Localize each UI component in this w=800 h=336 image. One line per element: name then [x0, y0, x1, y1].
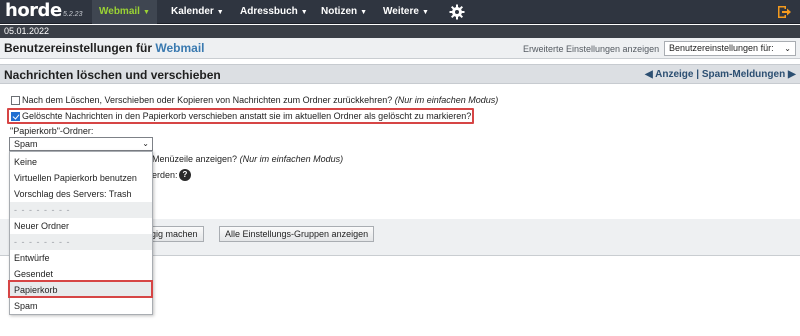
page-title: Benutzereinstellungen für Webmail	[4, 41, 204, 55]
menu-bar-option-note: (Nur im einfachen Modus)	[239, 154, 344, 164]
advanced-settings-link[interactable]: Erweiterte Einstellungen anzeigen	[523, 44, 659, 54]
previous-arrow-icon[interactable]: ◀	[645, 69, 653, 80]
dropdown-separator: - - - - - - - -	[10, 234, 152, 250]
chevron-down-icon: ⌄	[142, 139, 149, 148]
return-to-folder-text: Nach dem Löschen, Verschieben oder Kopie…	[22, 95, 393, 105]
section-navigation: ◀ Anzeige | Spam-Meldungen ▶	[645, 69, 796, 80]
next-arrow-icon[interactable]: ▶	[788, 69, 796, 80]
trash-folder-label: "Papierkorb"-Ordner:	[10, 126, 94, 136]
return-to-folder-checkbox[interactable]	[11, 96, 20, 105]
next-section-link[interactable]: Spam-Meldungen	[702, 69, 785, 80]
dropdown-option-drafts[interactable]: Entwürfe	[10, 250, 152, 266]
chevron-down-icon: ▼	[421, 9, 429, 16]
dropdown-option-new-folder[interactable]: Neuer Ordner	[10, 218, 152, 234]
trash-folder-select-value: Spam	[14, 139, 38, 149]
partial-option-label: erden:	[152, 170, 178, 180]
page-title-prefix: Benutzereinstellungen für	[4, 41, 156, 55]
move-to-trash-label: Gelöschte Nachrichten in den Papierkorb …	[22, 111, 472, 121]
trash-folder-select[interactable]: Spam ⌄	[9, 137, 153, 151]
nav-notizen[interactable]: Notizen ▼	[314, 0, 374, 24]
dropdown-separator: - - - - - - - -	[10, 202, 152, 218]
nav-webmail-label: Webmail	[99, 6, 140, 17]
dropdown-option-virtual-trash[interactable]: Virtuellen Papierkorb benutzen	[10, 170, 152, 186]
chevron-down-icon: ⌄	[784, 44, 791, 53]
dropdown-option-server-suggestion[interactable]: Vorschlag des Servers: Trash	[10, 186, 152, 202]
menu-bar-option-label: Menüzeile anzeigen? (Nur im einfachen Mo…	[152, 154, 343, 164]
nav-adressbuch[interactable]: Adressbuch ▼	[233, 0, 315, 24]
nav-weitere-label: Weitere	[383, 6, 419, 17]
chevron-down-icon: ▼	[216, 9, 224, 16]
prev-section-link[interactable]: Anzeige	[655, 69, 693, 80]
menu-bar-option-text: Menüzeile anzeigen?	[152, 154, 238, 164]
page-title-app: Webmail	[155, 41, 205, 55]
preferences-group-select[interactable]: Benutzereinstellungen für: ⌄	[664, 41, 796, 56]
move-to-trash-checkbox[interactable]	[11, 112, 20, 121]
preferences-header: Benutzereinstellungen für Webmail Erweit…	[0, 38, 800, 59]
nav-kalender[interactable]: Kalender ▼	[164, 0, 231, 24]
gear-icon[interactable]	[449, 4, 465, 20]
current-date: 05.01.2022	[4, 26, 50, 36]
nav-notizen-label: Notizen	[321, 6, 358, 17]
dropdown-option-spam[interactable]: Spam	[10, 298, 152, 314]
date-bar: 05.01.2022	[0, 25, 800, 38]
horde-logo[interactable]: horde	[5, 1, 62, 21]
chevron-down-icon: ▼	[142, 9, 150, 16]
chevron-down-icon: ▼	[360, 9, 368, 16]
return-to-folder-label: Nach dem Löschen, Verschieben oder Kopie…	[22, 95, 498, 105]
nav-kalender-label: Kalender	[171, 6, 214, 17]
version-label: 5.2.23	[63, 11, 83, 18]
preferences-group-select-value: Benutzereinstellungen für:	[669, 43, 774, 53]
dropdown-option-keine[interactable]: Keine	[10, 154, 152, 170]
show-all-groups-button[interactable]: Alle Einstellungs-Gruppen anzeigen	[219, 226, 375, 242]
logout-icon[interactable]	[776, 4, 792, 20]
section-header: Nachrichten löschen und verschieben ◀ An…	[0, 64, 800, 84]
nav-webmail[interactable]: Webmail ▼	[92, 0, 157, 24]
help-icon[interactable]: ?	[179, 169, 191, 181]
return-to-folder-note: (Nur im einfachen Modus)	[394, 95, 499, 105]
section-separator: |	[696, 69, 700, 80]
section-title: Nachrichten löschen und verschieben	[4, 68, 221, 82]
top-navigation-bar: horde 5.2.23 Webmail ▼ Kalender ▼ Adressbu…	[0, 0, 800, 24]
nav-adressbuch-label: Adressbuch	[240, 6, 298, 17]
highlight-box	[8, 280, 153, 298]
chevron-down-icon: ▼	[300, 9, 308, 16]
nav-weitere[interactable]: Weitere ▼	[376, 0, 436, 24]
